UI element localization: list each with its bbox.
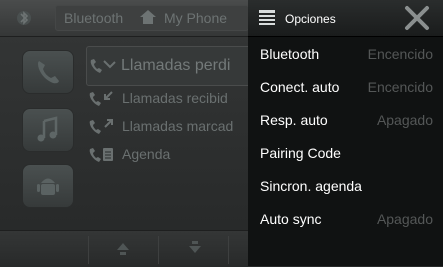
option-label: Auto sync <box>260 211 322 227</box>
option-value: Apagado <box>376 211 433 227</box>
option-label: Bluetooth <box>260 46 320 62</box>
dialed-call-icon <box>89 119 113 134</box>
bluetooth-settings-icon[interactable] <box>14 8 34 28</box>
option-value: Encencido <box>367 79 433 95</box>
tab-my-phone[interactable]: My Phone <box>164 10 227 26</box>
music-icon <box>37 116 58 142</box>
option-label: Conect. auto <box>260 79 340 95</box>
menu-icon <box>259 10 275 25</box>
list-item[interactable]: Llamadas recibid <box>88 86 258 114</box>
option-label: Resp. auto <box>260 112 328 128</box>
option-pairing-code[interactable]: Pairing Code <box>248 136 443 169</box>
option-sync-phonebook[interactable]: Sincron. agenda <box>248 169 443 202</box>
option-label: Sincron. agenda <box>260 178 362 194</box>
scroll-up-icon[interactable] <box>116 240 130 256</box>
divider <box>88 236 89 264</box>
option-auto-connect[interactable]: Conect. auto Encencido <box>248 70 443 103</box>
option-auto-sync[interactable]: Auto sync Apagado <box>248 202 443 235</box>
option-value: Encencido <box>367 46 433 62</box>
phonebook-icon <box>89 148 113 162</box>
option-auto-answer[interactable]: Resp. auto Apagado <box>248 103 443 136</box>
list-item-label: Llamadas perdi <box>121 57 231 74</box>
option-value: Apagado <box>376 112 433 128</box>
divider <box>228 236 229 264</box>
side-button-phone[interactable] <box>22 50 74 94</box>
list-item-label: Llamadas recibid <box>122 90 228 106</box>
close-icon[interactable] <box>399 4 435 32</box>
home-icon[interactable] <box>139 9 157 25</box>
list-item[interactable]: Agenda <box>88 142 258 170</box>
option-label: Pairing Code <box>260 145 341 161</box>
side-button-android[interactable] <box>22 164 74 208</box>
call-list: Llamadas perdi Llamadas recibid Llamadas… <box>86 46 263 170</box>
missed-call-icon <box>90 59 116 73</box>
list-item[interactable]: Llamadas marcad <box>88 114 258 142</box>
list-item[interactable]: Llamadas perdi <box>86 46 263 86</box>
phone-app-icon <box>38 61 59 84</box>
list-item-label: Agenda <box>122 146 171 162</box>
android-icon <box>37 178 59 195</box>
tab-bluetooth[interactable]: Bluetooth <box>64 10 123 26</box>
option-bluetooth[interactable]: Bluetooth Encencido <box>248 37 443 70</box>
scroll-down-icon[interactable] <box>188 240 202 256</box>
list-item-label: Llamadas marcad <box>122 118 234 134</box>
received-call-icon <box>89 91 113 106</box>
divider <box>158 236 159 264</box>
side-button-music[interactable] <box>22 108 74 152</box>
options-title: Opciones <box>285 12 336 26</box>
